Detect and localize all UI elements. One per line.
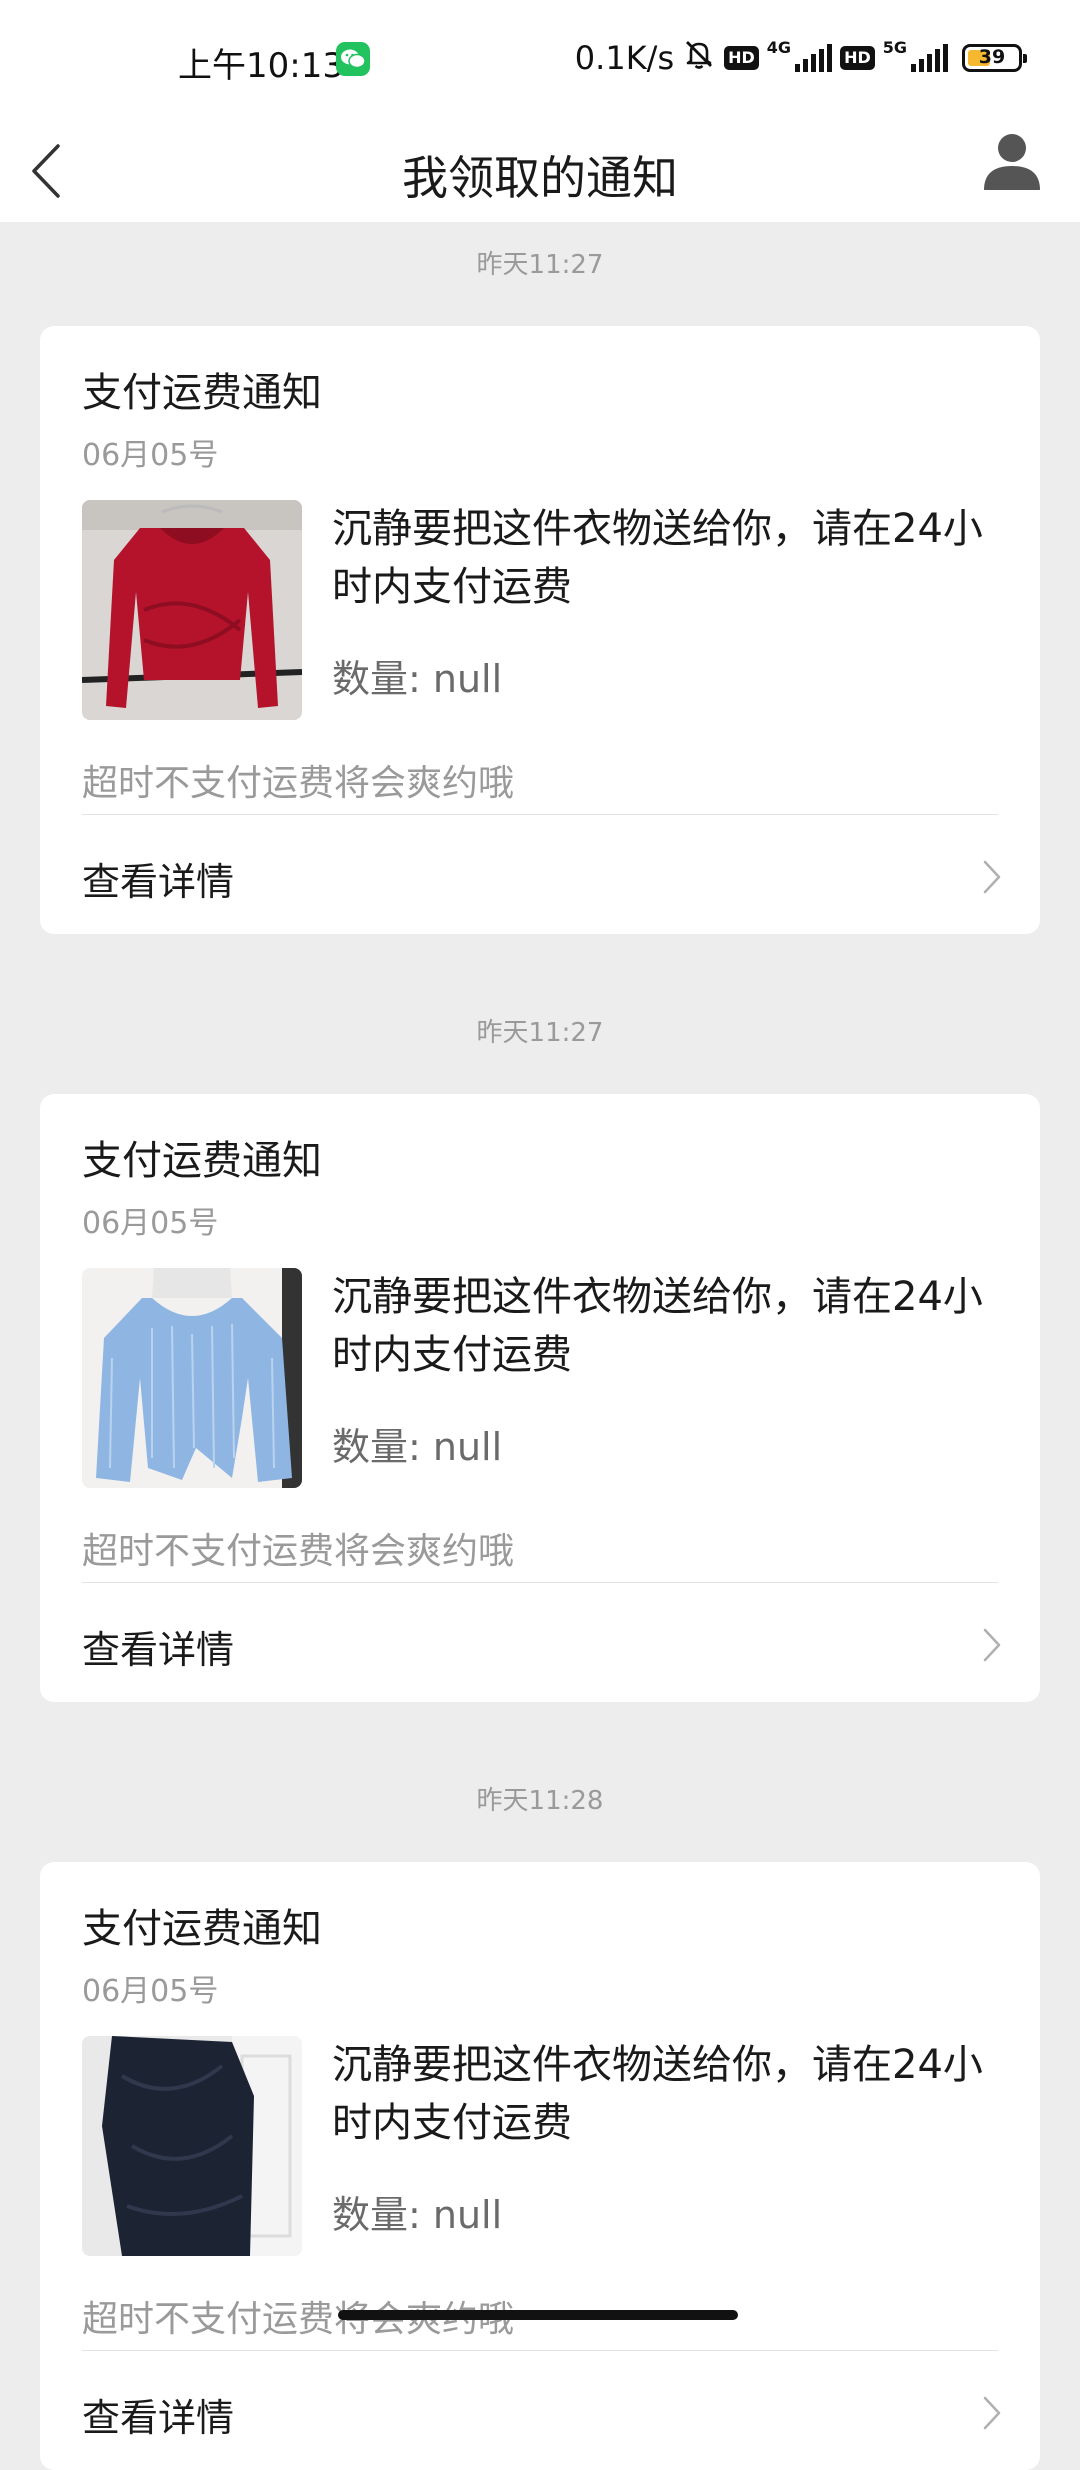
- hd-badge: HD: [840, 46, 875, 70]
- chevron-right-icon: [983, 860, 1001, 894]
- signal-bars-icon: [911, 44, 948, 72]
- hd-badge: HD: [724, 46, 759, 70]
- notification-message: 沉静要把这件衣物送给你，请在24小时内支付运费: [332, 1274, 983, 1378]
- notification-card: 支付运费通知 06月05号 沉静要把这件衣物送给你，请在24小时内支付运费 数量…: [40, 1094, 1040, 1702]
- item-thumbnail[interactable]: [82, 2036, 302, 2256]
- notification-card: 支付运费通知 06月05号 沉静要把这件衣物送给你，请在24小时内支付运费 数量…: [40, 326, 1040, 934]
- view-details-button[interactable]: 查看详情: [40, 1583, 1040, 1702]
- network-speed: 0.1K/s: [574, 39, 675, 77]
- blue-blouse-image: [82, 1268, 302, 1488]
- view-details-button[interactable]: 查看详情: [40, 2351, 1040, 2470]
- quantity-label: 数量: null: [332, 657, 503, 701]
- status-time: 上午10:13: [178, 46, 344, 86]
- timeout-hint: 超时不支付运费将会爽约哦: [82, 763, 515, 804]
- item-thumbnail[interactable]: [82, 500, 302, 720]
- chevron-right-icon: [983, 1628, 1001, 1662]
- status-bar: 上午10:13 0.1K/s HD 4G HD 5G 39: [0, 0, 1080, 120]
- timestamp: 昨天11:27: [476, 250, 604, 280]
- bell-muted-icon: [682, 37, 716, 79]
- page-title: 我领取的通知: [402, 151, 678, 205]
- status-indicators: 0.1K/s HD 4G HD 5G 39: [574, 37, 1027, 79]
- quantity-label: 数量: null: [332, 2193, 503, 2237]
- home-indicator[interactable]: [338, 2310, 738, 2320]
- notification-title: 支付运费通知: [82, 370, 322, 416]
- notification-message: 沉静要把这件衣物送给你，请在24小时内支付运费: [332, 506, 983, 610]
- red-top-image: [82, 500, 302, 720]
- profile-button[interactable]: [974, 126, 1050, 202]
- battery-level: 39: [978, 46, 1006, 68]
- timeout-hint: 超时不支付运费将会爽约哦: [82, 1531, 515, 1572]
- notification-title: 支付运费通知: [82, 1138, 322, 1184]
- wechat-icon: [336, 42, 370, 76]
- notification-title: 支付运费通知: [82, 1906, 322, 1952]
- view-details-label: 查看详情: [82, 2396, 235, 2440]
- navigation-bar: 我领取的通知: [0, 120, 1080, 222]
- item-thumbnail[interactable]: [82, 1268, 302, 1488]
- notification-message: 沉静要把这件衣物送给你，请在24小时内支付运费: [332, 2042, 983, 2146]
- timestamp: 昨天11:27: [476, 1018, 604, 1048]
- notification-date: 06月05号: [82, 438, 219, 473]
- network-type-label: 5G: [882, 38, 907, 57]
- view-details-button[interactable]: 查看详情: [40, 815, 1040, 934]
- timestamp: 昨天11:28: [476, 1786, 604, 1816]
- network-type-label: 4G: [766, 38, 792, 57]
- notification-date: 06月05号: [82, 1206, 219, 1241]
- chevron-right-icon: [983, 2396, 1001, 2430]
- battery-icon: 39: [962, 44, 1027, 72]
- notification-date: 06月05号: [82, 1974, 219, 2009]
- signal-bars-icon: [795, 44, 833, 72]
- quantity-label: 数量: null: [332, 1425, 503, 1469]
- view-details-label: 查看详情: [82, 1628, 235, 1672]
- black-garment-image: [82, 2036, 302, 2256]
- user-icon: [984, 134, 1040, 190]
- notification-card: 支付运费通知 06月05号 沉静要把这件衣物送给你，请在24小时内支付运费 数量…: [40, 1862, 1040, 2470]
- view-details-label: 查看详情: [82, 860, 235, 904]
